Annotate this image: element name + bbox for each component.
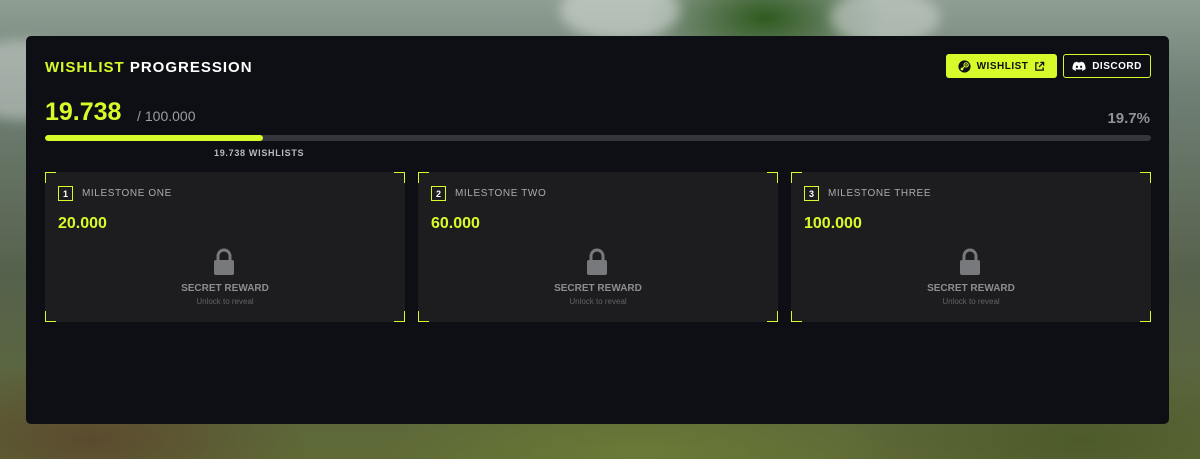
wishlist-button[interactable]: WISHLIST xyxy=(946,54,1057,78)
reward-title: SECRET REWARD xyxy=(181,283,269,294)
lock-icon xyxy=(959,248,981,281)
lock-icon xyxy=(586,248,608,281)
corner-bracket xyxy=(394,311,405,322)
goal-value: 100.000 xyxy=(144,108,196,124)
lock-icon xyxy=(213,248,235,281)
milestone-number: 1 xyxy=(58,186,73,201)
corner-bracket xyxy=(1140,311,1151,322)
steam-icon xyxy=(958,59,971,73)
milestone-card-one: 1 MILESTONE ONE 20.000 SECRET REWARD Unl… xyxy=(45,172,405,322)
corner-bracket xyxy=(45,311,56,322)
corner-bracket xyxy=(1140,172,1151,183)
milestone-card-three: 3 MILESTONE THREE 100.000 SECRET REWARD … xyxy=(791,172,1151,322)
wishlist-button-label: WISHLIST xyxy=(976,60,1029,72)
discord-button[interactable]: DISCORD xyxy=(1063,54,1151,78)
milestone-card-two: 2 MILESTONE TWO 60.000 SECRET REWARD Unl… xyxy=(418,172,778,322)
goal-wishlists: /100.000 xyxy=(137,108,196,124)
milestone-value: 20.000 xyxy=(58,215,107,232)
title-accent: WISHLIST xyxy=(45,59,125,76)
corner-bracket xyxy=(45,172,56,183)
corner-bracket xyxy=(767,172,778,183)
milestone-number: 2 xyxy=(431,186,446,201)
milestone-value: 60.000 xyxy=(431,215,480,232)
corner-bracket xyxy=(791,311,802,322)
reward-title: SECRET REWARD xyxy=(554,283,642,294)
progress-bar-fill xyxy=(45,135,263,141)
reward-hint: Unlock to reveal xyxy=(569,297,627,306)
panel-title: WISHLIST PROGRESSION xyxy=(45,59,253,76)
title-rest: PROGRESSION xyxy=(129,59,253,76)
reward-title: SECRET REWARD xyxy=(927,283,1015,294)
progress-percent: 19.7% xyxy=(1107,110,1150,127)
milestone-value: 100.000 xyxy=(804,215,862,232)
corner-bracket xyxy=(418,172,429,183)
milestone-name: MILESTONE THREE xyxy=(828,188,932,199)
reward-hint: Unlock to reveal xyxy=(196,297,254,306)
reward-hint: Unlock to reveal xyxy=(942,297,1000,306)
progress-bar-label: 19.738 WISHLISTS xyxy=(214,148,305,158)
discord-icon xyxy=(1072,61,1086,72)
milestone-name: MILESTONE ONE xyxy=(82,188,172,199)
milestone-name: MILESTONE TWO xyxy=(455,188,547,199)
wishlist-progression-panel: WISHLIST PROGRESSION WISHLIST DISCORD 19… xyxy=(26,36,1169,424)
external-link-icon xyxy=(1034,61,1045,72)
background-cloud xyxy=(560,0,680,40)
current-wishlists: 19.738 xyxy=(45,98,122,126)
corner-bracket xyxy=(791,172,802,183)
corner-bracket xyxy=(394,172,405,183)
corner-bracket xyxy=(418,311,429,322)
corner-bracket xyxy=(767,311,778,322)
discord-button-label: DISCORD xyxy=(1092,60,1142,72)
milestone-number: 3 xyxy=(804,186,819,201)
progress-bar xyxy=(45,135,1151,141)
